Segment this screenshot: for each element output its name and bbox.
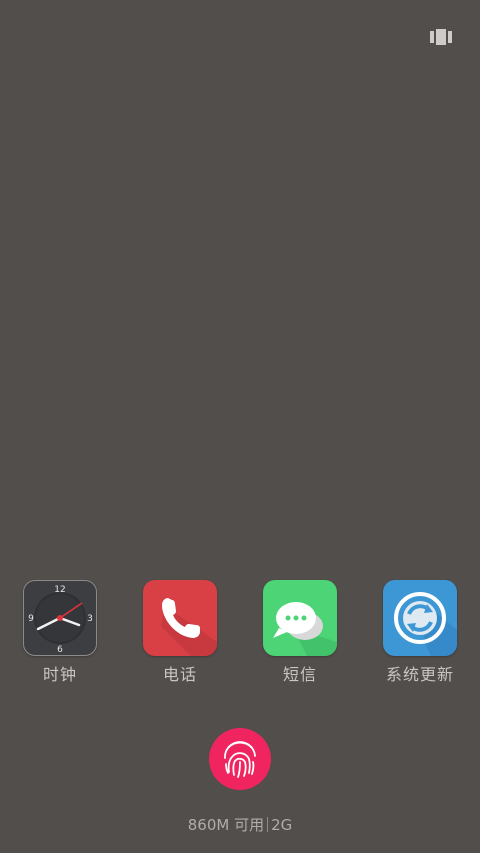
system-update-icon xyxy=(383,580,457,656)
app-clock[interactable]: 12 3 6 9 时钟 xyxy=(0,580,120,685)
fingerprint-button[interactable] xyxy=(209,728,271,790)
app-messages[interactable]: 短信 xyxy=(240,580,360,685)
phone-icon xyxy=(143,580,217,656)
clock-icon: 12 3 6 9 xyxy=(23,580,97,656)
memory-status: 860M 可用 2G xyxy=(0,815,480,835)
recent-apps-icon xyxy=(430,29,452,45)
clock-number-3: 3 xyxy=(87,614,93,624)
clock-number-12: 12 xyxy=(54,585,65,595)
app-label-clock: 时钟 xyxy=(42,665,77,684)
network-type: 2G xyxy=(271,816,293,834)
clock-number-9: 9 xyxy=(28,614,34,624)
message-icon xyxy=(263,580,337,656)
recent-apps-button[interactable] xyxy=(430,28,452,46)
fingerprint-icon xyxy=(224,741,256,778)
app-label-phone: 电话 xyxy=(162,665,197,684)
memory-available: 860M 可用 xyxy=(187,816,265,834)
app-system-update[interactable]: 系统更新 xyxy=(360,580,480,685)
app-dock: 12 3 6 9 时钟 电话 短信 系统更新 xyxy=(0,580,480,690)
app-phone[interactable]: 电话 xyxy=(120,580,240,685)
status-divider xyxy=(267,817,269,832)
clock-number-6: 6 xyxy=(57,645,63,655)
app-label-system-update: 系统更新 xyxy=(385,665,454,684)
app-label-messages: 短信 xyxy=(282,665,317,684)
